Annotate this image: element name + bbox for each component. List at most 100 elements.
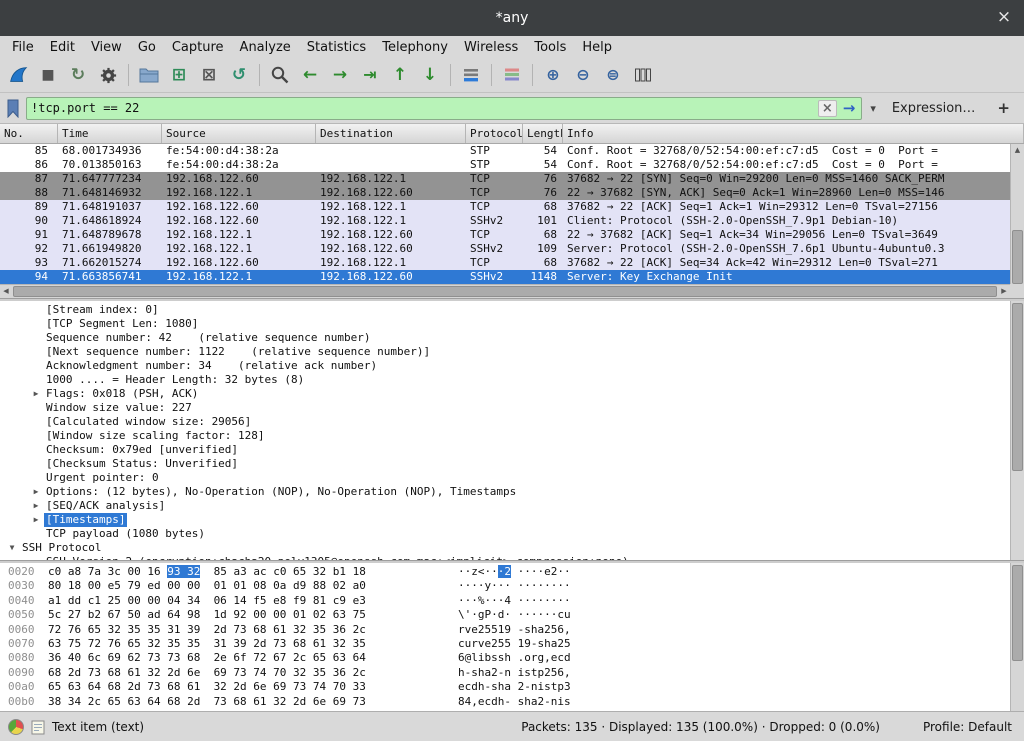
detail-line[interactable]: ▼SSH Protocol [0, 541, 1010, 555]
zoom-100-button[interactable]: ⊜ [599, 61, 627, 89]
detail-line[interactable]: TCP payload (1080 bytes) [0, 527, 1010, 541]
detail-line[interactable]: [Window size scaling factor: 128] [0, 429, 1010, 443]
restart-capture-button[interactable]: ↻ [64, 61, 92, 89]
detail-line[interactable]: Window size value: 227 [0, 401, 1010, 415]
menu-item-file[interactable]: File [4, 38, 42, 57]
hex-row-0080[interactable]: 008036 40 6c 69 62 73 73 68 2e 6f 72 67 … [0, 651, 1010, 665]
menu-item-capture[interactable]: Capture [164, 38, 232, 57]
detail-line[interactable]: [Stream index: 0] [0, 303, 1010, 317]
hex-row-0030[interactable]: 003080 18 00 e5 79 ed 00 00 01 01 08 0a … [0, 579, 1010, 593]
menu-item-tools[interactable]: Tools [526, 38, 574, 57]
hex-row-0040[interactable]: 0040a1 dd c1 25 00 00 04 34 06 14 f5 e8 … [0, 594, 1010, 608]
menu-item-edit[interactable]: Edit [42, 38, 83, 57]
detail-line[interactable]: Acknowledgment number: 34 (relative ack … [0, 359, 1010, 373]
packet-row-90[interactable]: 9071.648618924192.168.122.60192.168.122.… [0, 214, 1010, 228]
capture-options-button[interactable] [94, 61, 122, 89]
filter-bookmark-icon[interactable] [6, 99, 20, 118]
open-file-button[interactable] [135, 61, 163, 89]
packet-list-vscrollbar[interactable]: ▲ ▼ [1010, 144, 1024, 298]
filter-clear-icon[interactable]: × [818, 100, 837, 117]
auto-scroll-button[interactable] [457, 61, 485, 89]
go-back-button[interactable]: ← [296, 61, 324, 89]
expander-closed-icon[interactable]: ▶ [28, 387, 44, 401]
column-header-source[interactable]: Source [162, 124, 316, 143]
menu-item-go[interactable]: Go [130, 38, 164, 57]
reload-file-button[interactable]: ↺ [225, 61, 253, 89]
detail-line[interactable]: ▶[SEQ/ACK analysis] [0, 499, 1010, 513]
capture-comment-icon[interactable] [31, 719, 45, 735]
expert-info-icon[interactable] [8, 719, 24, 735]
scroll-up-icon[interactable]: ▲ [1011, 144, 1024, 156]
packet-row-93[interactable]: 9371.662015274192.168.122.60192.168.122.… [0, 256, 1010, 270]
menu-item-analyze[interactable]: Analyze [232, 38, 299, 57]
display-filter-input[interactable]: !tcp.port == 22 × → [26, 97, 862, 120]
hex-row-0060[interactable]: 006072 76 65 32 35 35 31 39 2d 73 68 61 … [0, 623, 1010, 637]
filter-apply-icon[interactable]: → [841, 99, 858, 117]
packet-list-hscrollbar[interactable]: ◀ ▶ [0, 284, 1010, 298]
detail-line[interactable]: [Calculated window size: 29056] [0, 415, 1010, 429]
hex-row-00b0[interactable]: 00b038 34 2c 65 63 64 68 2d 73 68 61 32 … [0, 695, 1010, 709]
hex-vscrollbar[interactable] [1010, 563, 1024, 711]
packet-list-hscroll-thumb[interactable] [13, 286, 997, 297]
expander-closed-icon[interactable]: ▶ [28, 485, 44, 499]
packet-row-87[interactable]: 8771.647777234192.168.122.60192.168.122.… [0, 172, 1010, 186]
expander-open-icon[interactable]: ▼ [4, 541, 20, 555]
hex-vscroll-thumb[interactable] [1012, 565, 1023, 661]
detail-line[interactable]: [Checksum Status: Unverified] [0, 457, 1010, 471]
go-forward-button[interactable]: → [326, 61, 354, 89]
resize-columns-button[interactable] [629, 61, 657, 89]
add-filter-button[interactable]: + [989, 99, 1018, 117]
go-last-packet-button[interactable]: ↓ [416, 61, 444, 89]
detail-line[interactable]: ▶Options: (12 bytes), No-Operation (NOP)… [0, 485, 1010, 499]
zoom-out-button[interactable]: ⊖ [569, 61, 597, 89]
hex-row-00a0[interactable]: 00a065 63 64 68 2d 73 68 61 32 2d 6e 69 … [0, 680, 1010, 694]
menu-item-statistics[interactable]: Statistics [299, 38, 374, 57]
packet-row-94[interactable]: 9471.663856741192.168.122.1192.168.122.6… [0, 270, 1010, 284]
titlebar[interactable]: *any × [0, 0, 1024, 36]
detail-line[interactable]: Sequence number: 42 (relative sequence n… [0, 331, 1010, 345]
start-capture-button[interactable] [4, 61, 32, 89]
packet-row-88[interactable]: 8871.648146932192.168.122.1192.168.122.6… [0, 186, 1010, 200]
go-first-packet-button[interactable]: ↑ [386, 61, 414, 89]
details-vscroll-thumb[interactable] [1012, 303, 1023, 471]
hex-row-0090[interactable]: 009068 2d 73 68 61 32 2d 6e 69 73 74 70 … [0, 666, 1010, 680]
filter-dropdown-icon[interactable]: ▾ [868, 102, 878, 115]
column-header-destination[interactable]: Destination [316, 124, 466, 143]
menu-item-help[interactable]: Help [574, 38, 620, 57]
hex-row-0020[interactable]: 0020c0 a8 7a 3c 00 16 93 32 85 a3 ac c0 … [0, 565, 1010, 579]
menu-item-telephony[interactable]: Telephony [374, 38, 456, 57]
column-header-info[interactable]: Info [563, 124, 1024, 143]
scroll-left-icon[interactable]: ◀ [0, 285, 12, 298]
packet-row-85[interactable]: 8568.001734936fe:54:00:d4:38:2aSTP54Conf… [0, 144, 1010, 158]
packet-list-vscroll-thumb[interactable] [1012, 230, 1023, 284]
expression-button[interactable]: Expression… [884, 99, 984, 118]
status-profile[interactable]: Profile: Default [923, 720, 1012, 734]
zoom-in-button[interactable]: ⊕ [539, 61, 567, 89]
packet-row-91[interactable]: 9171.648789678192.168.122.1192.168.122.6… [0, 228, 1010, 242]
save-file-button[interactable]: ⊞ [165, 61, 193, 89]
scroll-right-icon[interactable]: ▶ [998, 285, 1010, 298]
packet-row-92[interactable]: 9271.661949820192.168.122.1192.168.122.6… [0, 242, 1010, 256]
packet-row-89[interactable]: 8971.648191037192.168.122.60192.168.122.… [0, 200, 1010, 214]
detail-line[interactable]: Urgent pointer: 0 [0, 471, 1010, 485]
stop-capture-button[interactable]: ■ [34, 61, 62, 89]
detail-line[interactable]: ▶[Timestamps] [0, 513, 1010, 527]
go-to-packet-button[interactable]: ⇥ [356, 61, 384, 89]
detail-line[interactable]: 1000 .... = Header Length: 32 bytes (8) [0, 373, 1010, 387]
detail-line[interactable]: Checksum: 0x79ed [unverified] [0, 443, 1010, 457]
hex-row-0070[interactable]: 007063 75 72 76 65 32 35 35 31 39 2d 73 … [0, 637, 1010, 651]
expander-closed-icon[interactable]: ▶ [28, 499, 44, 513]
colorize-packets-button[interactable] [498, 61, 526, 89]
find-packet-button[interactable] [266, 61, 294, 89]
detail-line[interactable]: ▶Flags: 0x018 (PSH, ACK) [0, 387, 1010, 401]
close-file-button[interactable]: ⊠ [195, 61, 223, 89]
hex-row-0050[interactable]: 00505c 27 b2 67 50 ad 64 98 1d 92 00 00 … [0, 608, 1010, 622]
details-vscrollbar[interactable] [1010, 301, 1024, 560]
expander-closed-icon[interactable]: ▶ [28, 513, 44, 527]
packet-row-86[interactable]: 8670.013850163fe:54:00:d4:38:2aSTP54Conf… [0, 158, 1010, 172]
detail-line[interactable]: [TCP Segment Len: 1080] [0, 317, 1010, 331]
window-close-button[interactable]: × [994, 8, 1014, 28]
menu-item-wireless[interactable]: Wireless [456, 38, 526, 57]
column-header-no[interactable]: No. [0, 124, 58, 143]
column-header-time[interactable]: Time [58, 124, 162, 143]
